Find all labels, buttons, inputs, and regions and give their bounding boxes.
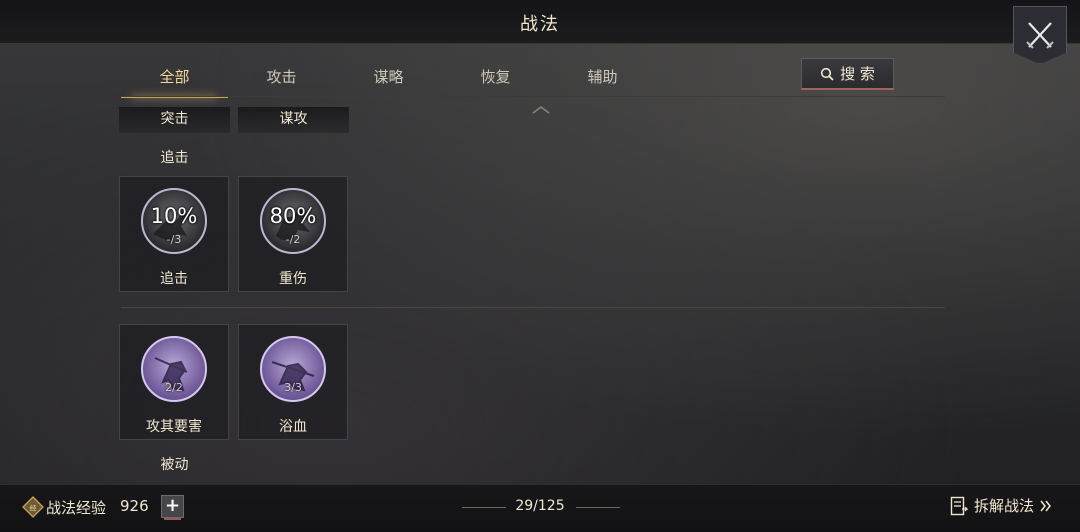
skill-percent: 80% [269,204,317,228]
svg-text:经: 经 [30,504,37,513]
skill-count: 2/2 [165,381,183,394]
tab-strategy[interactable]: 谋略 [335,62,442,96]
search-button[interactable]: 搜 索 [801,58,894,90]
skill-disc: 2/2 [141,336,207,402]
exp-value: 926 [120,497,149,515]
skill-name: 追击 [160,271,188,287]
pager-line-right [576,507,620,508]
skill-disc: 3/3 [260,336,326,402]
add-exp-button[interactable]: + [161,495,184,520]
crossed-swords-icon [1026,22,1054,49]
skill-card-pursuit[interactable]: 10% -/3 追击 [119,176,229,292]
skill-disc: 10% -/3 [141,188,207,254]
skill-count: 3/3 [284,381,302,394]
skill-percent: 10% [150,204,198,228]
group-label-pursuit: 追击 [160,150,189,166]
skill-card-vital-strike[interactable]: 2/2 攻其要害 [119,324,229,440]
skill-card-heavy-wound[interactable]: 80% -/2 重伤 [238,176,348,292]
skill-card-bloodbath[interactable]: 3/3 浴血 [238,324,348,440]
document-list-icon [950,496,968,515]
exp-badge-icon: 经 [22,496,44,518]
tab-all[interactable]: 全部 [121,62,228,98]
skill-count: -/3 [166,233,182,246]
tab-attack[interactable]: 攻击 [228,62,335,96]
skill-name: 重伤 [279,271,307,287]
section-divider [121,307,945,308]
group-label-passive: 被动 [160,457,189,473]
skill-disc: 80% -/2 [260,188,326,254]
tab-recovery[interactable]: 恢复 [442,62,549,96]
pager-line-left [462,507,506,508]
page-title: 战法 [520,14,560,35]
tabs-divider [121,96,945,97]
skill-name: 攻其要害 [146,419,202,435]
group-label-strategy-attack[interactable]: 谋攻 [238,107,349,133]
top-bar: 战法 [0,0,1080,44]
scroll-up-icon[interactable] [531,104,551,114]
search-icon [821,67,834,81]
skill-count: -/2 [285,233,301,246]
exp-label: 战法经验 [46,499,107,517]
close-button[interactable] [1013,6,1067,64]
disassemble-label: 拆解战法 [974,497,1035,515]
page-counter: 29/125 [515,498,565,514]
group-label-charge[interactable]: 突击 [119,107,230,133]
disassemble-button[interactable]: 拆解战法 [950,495,1052,516]
skill-name: 浴血 [279,419,307,435]
double-chevron-right-icon [1040,500,1051,511]
tab-support[interactable]: 辅助 [549,62,656,96]
search-label: 搜 索 [840,65,875,83]
